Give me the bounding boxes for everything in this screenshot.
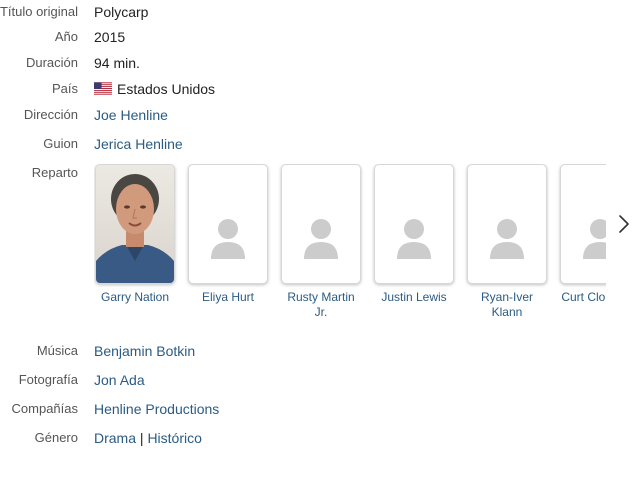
year-value: 2015 bbox=[94, 29, 126, 45]
genre-label: Género bbox=[34, 430, 78, 445]
us-flag-icon bbox=[94, 82, 112, 95]
screenplay-label: Guion bbox=[43, 136, 78, 151]
cast-name[interactable]: Rusty Martin Jr. bbox=[281, 290, 361, 320]
row-director: Dirección Joe Henline bbox=[0, 105, 632, 129]
person-placeholder-icon bbox=[397, 219, 431, 259]
photography-link[interactable]: Jon Ada bbox=[94, 370, 145, 390]
music-link[interactable]: Benjamin Botkin bbox=[94, 341, 195, 361]
year-label: Año bbox=[54, 29, 78, 44]
cast-photo-placeholder[interactable] bbox=[374, 164, 454, 284]
cast-carousel: Garry Nation Eliya Hurt Rusty Martin Jr. bbox=[94, 164, 606, 334]
cast-card-eliya-hurt[interactable]: Eliya Hurt bbox=[188, 164, 268, 305]
cast-photo-placeholder[interactable] bbox=[281, 164, 361, 284]
country-value: Estados Unidos bbox=[117, 81, 216, 97]
row-duration: Duración 94 min. bbox=[0, 53, 632, 77]
row-photography: Fotografía Jon Ada bbox=[0, 370, 632, 394]
country-label: País bbox=[51, 81, 78, 96]
original-title-label: Título original bbox=[0, 4, 78, 19]
screenplay-link[interactable]: Jerica Henline bbox=[94, 134, 183, 154]
person-placeholder-icon bbox=[211, 219, 245, 259]
row-music: Música Benjamin Botkin bbox=[0, 341, 632, 365]
photography-label: Fotografía bbox=[18, 372, 78, 387]
cast-card-justin-lewis[interactable]: Justin Lewis bbox=[374, 164, 454, 305]
person-placeholder-icon bbox=[304, 219, 338, 259]
director-label: Dirección bbox=[23, 107, 78, 122]
cast-photo[interactable] bbox=[95, 164, 175, 284]
country-value-wrap: Estados Unidos bbox=[94, 79, 215, 99]
genre-link-drama[interactable]: Drama bbox=[94, 430, 136, 446]
cast-card-rusty-martin-jr[interactable]: Rusty Martin Jr. bbox=[281, 164, 361, 320]
duration-label: Duración bbox=[25, 55, 78, 70]
person-placeholder-icon bbox=[583, 219, 606, 259]
cast-name[interactable]: Eliya Hurt bbox=[188, 290, 268, 305]
genre-values: Drama | Histórico bbox=[94, 428, 202, 448]
cast-name[interactable]: Ryan-Iver Klann bbox=[467, 290, 547, 320]
cast-photo-placeholder[interactable] bbox=[560, 164, 606, 284]
row-country: País Estados Unidos bbox=[0, 79, 632, 103]
actor-portrait-icon bbox=[96, 165, 174, 283]
original-title-value: Polycarp bbox=[94, 4, 149, 20]
companies-link[interactable]: Henline Productions bbox=[94, 399, 219, 419]
cast-name[interactable]: Justin Lewis bbox=[374, 290, 454, 305]
cast-card-ryan-iver-klann[interactable]: Ryan-Iver Klann bbox=[467, 164, 547, 320]
cast-name[interactable]: Garry Nation bbox=[95, 290, 175, 305]
director-link[interactable]: Joe Henline bbox=[94, 105, 168, 125]
row-genre: Género Drama | Histórico bbox=[0, 428, 632, 452]
cast-name[interactable]: Curt Cloninger bbox=[560, 290, 606, 305]
person-placeholder-icon bbox=[490, 219, 524, 259]
cast-card-garry-nation[interactable]: Garry Nation bbox=[95, 164, 175, 305]
row-original-title: Título original Polycarp bbox=[0, 2, 632, 26]
cast-card-curt-cloninger[interactable]: Curt Cloninger bbox=[560, 164, 606, 305]
row-companies: Compañías Henline Productions bbox=[0, 399, 632, 423]
genre-separator: | bbox=[139, 430, 144, 446]
chevron-right-icon[interactable] bbox=[616, 212, 632, 236]
genre-link-historico[interactable]: Histórico bbox=[147, 430, 201, 446]
music-label: Música bbox=[36, 343, 78, 358]
companies-label: Compañías bbox=[11, 401, 78, 416]
duration-value: 94 min. bbox=[94, 55, 140, 71]
cast-photo-placeholder[interactable] bbox=[467, 164, 547, 284]
row-year: Año 2015 bbox=[0, 27, 632, 51]
row-screenplay: Guion Jerica Henline bbox=[0, 134, 632, 158]
cast-label: Reparto bbox=[31, 165, 78, 180]
cast-photo-placeholder[interactable] bbox=[188, 164, 268, 284]
